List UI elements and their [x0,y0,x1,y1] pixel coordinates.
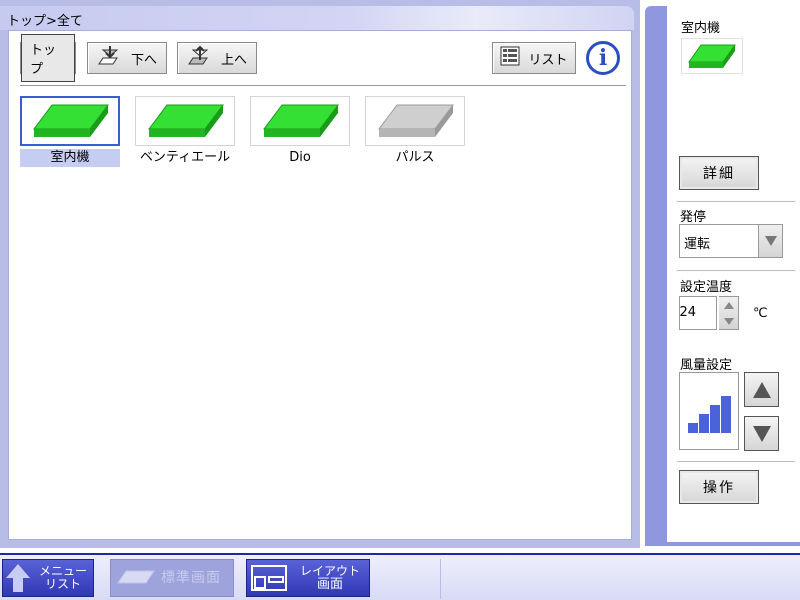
list-button-label: リスト [528,52,568,68]
start-stop-select[interactable]: 運転 [679,224,783,258]
device-name: 室内機 [20,149,120,167]
start-stop-label: 発停 [680,210,707,225]
layout-icon [247,565,291,591]
right-panel-body: 室内機 詳細 発停 運転 設定温度 24 ℃ 風量設定 操作 [667,6,800,542]
device-name: ベンティエール [139,150,231,165]
fan-level-indicator [679,372,739,450]
top-button[interactable]: トップ [20,34,76,82]
divider [440,559,441,599]
layout-screen-button[interactable]: レイアウト 画面 [246,559,370,597]
device-icon [250,96,350,146]
down-button[interactable]: 下へ [87,42,167,74]
up-arrow-icon [187,44,213,72]
triangle-down-icon [752,425,771,442]
device-icon [135,96,235,146]
detail-button[interactable]: 詳細 [679,156,759,190]
right-panel: 室内機 詳細 発停 運転 設定温度 24 ℃ 風量設定 操作 [645,6,800,546]
device-tile[interactable]: パルス [365,96,465,167]
up-button[interactable]: 上へ [177,42,257,74]
layout-label-line2: 画面 [316,577,343,592]
fan-label: 風量設定 [680,358,733,373]
breadcrumb: トップ>全て [7,14,83,29]
divider [677,201,795,202]
info-icon[interactable]: i [586,41,620,75]
temp-value-box: 24 [679,296,717,330]
selected-device-title: 室内機 [681,21,721,36]
standard-screen-label: 標準画面 [161,569,221,586]
list-button[interactable]: リスト [492,42,576,74]
device-icon [20,96,120,146]
operate-button[interactable]: 操作 [679,470,759,504]
divider [677,461,795,462]
device-tile[interactable]: 室内機 [20,96,120,167]
device-tile[interactable]: Dio [250,96,350,167]
main-panel: トップ>全て トップ 下へ 上へ リスト i 室内機 ベンティエール Dio パ… [0,0,640,548]
temp-up-icon[interactable] [719,297,738,313]
down-button-label: 下へ [130,52,157,68]
menu-label-line2: リスト [44,577,81,591]
device-icon [365,96,465,146]
standard-screen-button: 標準画面 [110,559,234,597]
selected-device-icon [681,38,743,74]
up-button-label: 上へ [220,52,247,68]
temp-label: 設定温度 [680,280,733,295]
start-stop-value: 運転 [684,237,711,252]
content-area: トップ 下へ 上へ リスト i 室内機 ベンティエール Dio パルス [8,30,632,540]
breadcrumb-bar: トップ>全て [0,6,634,30]
divider [677,270,795,271]
temp-stepper[interactable] [719,296,739,330]
temp-down-icon[interactable] [719,313,738,329]
chevron-down-icon [758,225,782,257]
temp-value: 24 [679,305,696,320]
fan-down-button[interactable] [744,416,779,451]
device-tile[interactable]: ベンティエール [135,96,235,167]
menu-list-button[interactable]: メニュー リスト [2,559,94,597]
device-name: パルス [395,150,435,165]
bottom-bar: メニュー リスト 標準画面 レイアウト 画面 [0,553,800,600]
top-button-label: トップ [21,34,75,82]
device-name: Dio [289,150,311,165]
down-arrow-icon [97,44,123,72]
triangle-up-icon [752,381,771,398]
fan-level-icon [688,396,731,433]
toolbar-divider [20,85,626,86]
standard-screen-icon [111,569,161,587]
list-icon [500,46,520,70]
arrow-up-icon [3,559,33,597]
temp-unit: ℃ [753,306,768,321]
fan-up-button[interactable] [744,372,779,407]
